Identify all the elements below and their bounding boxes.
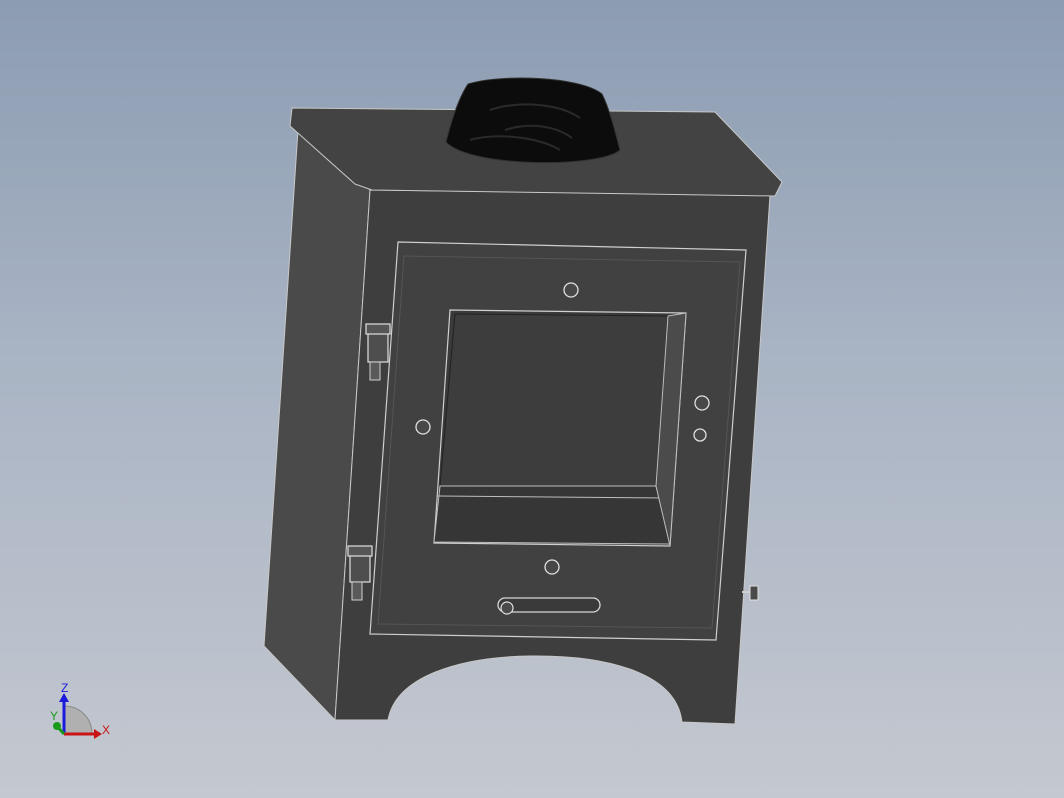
air-vent-slider[interactable] xyxy=(497,597,601,615)
bolt xyxy=(544,559,560,575)
stove-model[interactable]: Z Y X xyxy=(0,0,1064,798)
z-axis-label: Z xyxy=(61,681,68,695)
flue-collar[interactable] xyxy=(445,77,621,164)
orientation-triad[interactable]: Z Y X xyxy=(50,681,110,739)
model-viewport[interactable]: Z Y X xyxy=(0,0,1064,798)
bolt xyxy=(563,282,579,298)
bolt xyxy=(415,419,431,435)
y-axis-label: Y xyxy=(50,709,58,723)
bolt xyxy=(694,395,710,411)
bolt xyxy=(693,428,707,442)
x-axis-label: X xyxy=(102,723,110,737)
